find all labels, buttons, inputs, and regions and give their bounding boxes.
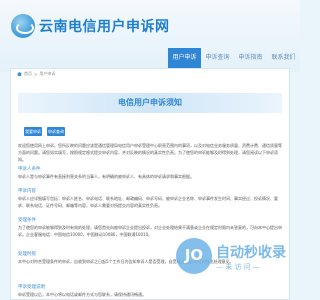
site-header: 云南电信用户申诉网 用户申诉 申诉查询 申诉指南 联系我们 bbox=[0, 0, 300, 72]
nav-item-complaint[interactable]: 用户申诉 bbox=[168, 48, 201, 68]
nav-item-contact[interactable]: 联系我们 bbox=[267, 48, 300, 68]
section-title-notes: 申诉受理说明 bbox=[18, 285, 45, 290]
section-title-eligibility: 申诉人条件 bbox=[18, 167, 41, 172]
intro-text: 欢迎您使用网上申诉。您所反映的问题应该是通信管理局电信用户申诉受理中心职责范围内… bbox=[18, 143, 282, 162]
watermark: JO 自动秒收录 — 未 访 问 — bbox=[176, 238, 300, 282]
telecom-logo-icon bbox=[11, 14, 35, 38]
breadcrumb-home[interactable]: 首页 bbox=[24, 71, 32, 77]
breadcrumb: 首页 > 用户申诉 bbox=[11, 69, 289, 79]
nav-item-query[interactable]: 申诉查询 bbox=[201, 48, 234, 68]
breadcrumb-current: 用户申诉 bbox=[39, 71, 56, 76]
section-text-content: 申诉人应详细填写包括：申诉人姓名、申诉电话、联系地址、邮政编码、申诉号码、被申诉… bbox=[18, 196, 278, 208]
query-button[interactable]: 申诉查询 bbox=[47, 127, 65, 136]
main-nav: 用户申诉 申诉查询 申诉指南 联系我们 bbox=[168, 48, 300, 68]
site-title[interactable]: 云南电信用户申诉网 bbox=[39, 16, 170, 36]
section-title-timelimit: 处理时限 bbox=[18, 252, 36, 257]
section-text-eligibility: 申诉人是与申诉事件有直接利害关系的当事人，有明确的被申诉人、有具体的申诉请求和事… bbox=[18, 174, 194, 179]
nav-item-guide[interactable]: 申诉指南 bbox=[234, 48, 267, 68]
watermark-subtitle: — 未 访 问 — bbox=[216, 263, 260, 271]
watermark-title: 自动秒收录 bbox=[216, 245, 286, 261]
section-text-notes: 申诉受理以后，本中心将以电话或邮件方式与您联系，请保持通讯畅通。 bbox=[18, 292, 146, 297]
section-title-conditions: 受理条件 bbox=[18, 218, 36, 223]
section-title-content: 申诉内容 bbox=[18, 189, 36, 194]
breadcrumb-separator: > bbox=[34, 71, 38, 77]
home-icon bbox=[17, 72, 22, 76]
complain-button[interactable]: 我要申诉 bbox=[24, 127, 42, 136]
section-text-conditions: 为了使您的申诉能够得到及时有效的处理，请您首先向被申诉企业提出投诉，对企业处理结… bbox=[18, 225, 282, 237]
page-title: 电信用户申诉须知 bbox=[18, 93, 282, 113]
watermark-badge-text: JO bbox=[184, 246, 204, 264]
